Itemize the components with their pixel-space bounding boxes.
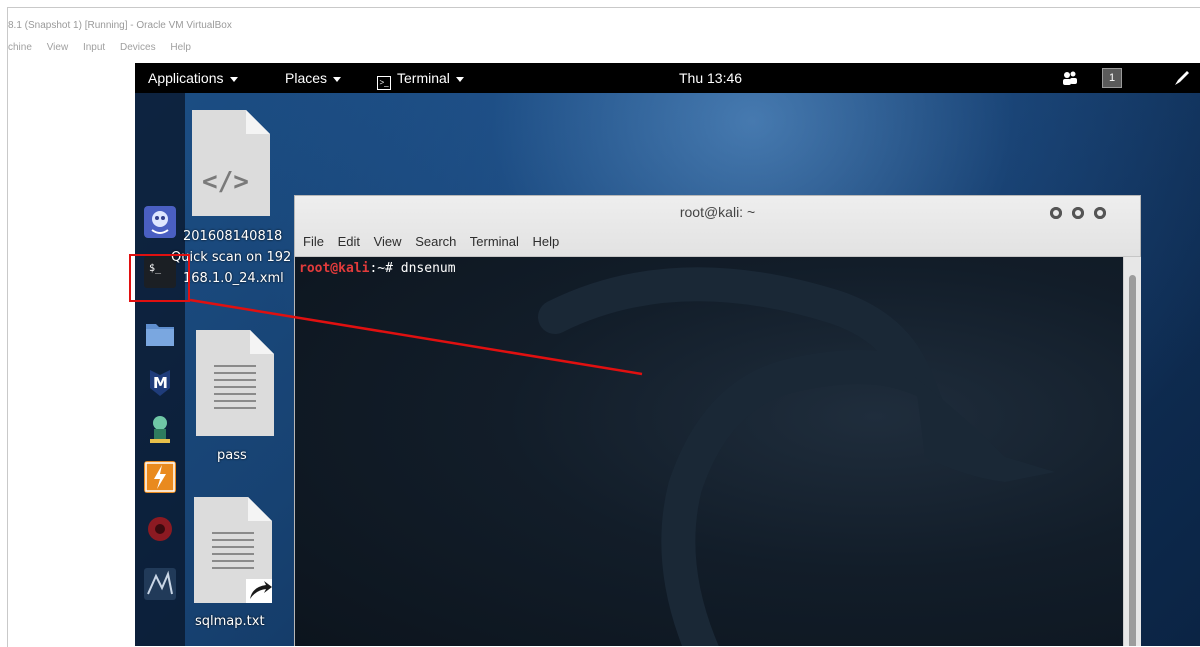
chevron-down-icon [455,76,464,82]
xml-file-label-1: 201608140818 [183,229,283,244]
svg-text:</>: </> [202,167,249,197]
host-menubar: chine View Input Devices Help [8,42,203,53]
applications-menu[interactable]: Applications [148,70,238,86]
terminal-title: root@kali: ~ [679,204,756,220]
guest-screen: Applications Places >_ Terminal Thu 13:46… [135,63,1200,646]
maximize-button[interactable] [1072,207,1084,219]
terminal-window: root@kali: ~ File Edit View Search Termi… [295,196,1141,646]
text-file-link-icon[interactable] [192,495,274,605]
terminal-app-icon: >_ [377,76,391,90]
close-button[interactable] [1094,207,1106,219]
gnome-top-bar: Applications Places >_ Terminal Thu 13:46… [135,63,1200,93]
files-icon[interactable] [144,318,176,350]
places-label: Places [285,70,328,86]
burpsuite-icon[interactable] [144,461,176,493]
people-icon[interactable] [1061,69,1079,87]
host-menu-devices[interactable]: Devices [120,42,156,53]
dock: $_ M [135,93,185,646]
terminal-scrollbar[interactable] [1123,257,1141,646]
minimize-button[interactable] [1050,207,1062,219]
workspace-indicator[interactable]: 1 [1102,68,1122,88]
host-window-title: 8.1 (Snapshot 1) [Running] - Oracle VM V… [8,20,232,31]
annotation-highlight-box [129,254,190,302]
xml-file-label-3: 168.1.0_24.xml [183,271,284,286]
pen-icon[interactable] [1173,69,1191,87]
host-menu-help[interactable]: Help [170,42,191,53]
applications-label: Applications [148,70,224,86]
scrollbar-thumb[interactable] [1129,275,1136,646]
menu-file[interactable]: File [303,234,324,249]
menu-edit[interactable]: Edit [338,234,360,249]
svg-text:M: M [153,374,168,392]
terminal-app-menu[interactable]: >_ Terminal [377,70,464,90]
host-menu-view[interactable]: View [47,42,69,53]
clock[interactable]: Thu 13:46 [679,70,742,86]
maltego-icon[interactable] [144,568,176,600]
menu-view[interactable]: View [374,234,402,249]
menu-search[interactable]: Search [415,234,456,249]
prompt-user: root@kali [299,261,370,276]
zenmap-icon[interactable] [144,206,176,238]
terminal-output[interactable]: root@kali:~# dnsenum [295,257,1123,646]
sqlmap-file-label: sqlmap.txt [195,614,265,629]
pass-file-label: pass [217,448,247,463]
armitage-icon[interactable] [144,413,176,445]
host-menu-input[interactable]: Input [83,42,105,53]
places-menu[interactable]: Places [285,70,342,86]
faraday-icon[interactable] [144,513,176,545]
menu-help[interactable]: Help [533,234,560,249]
terminal-menubar: File Edit View Search Terminal Help [303,234,569,249]
typed-command: dnsenum [400,261,456,276]
chevron-down-icon [229,76,238,82]
kali-dragon-watermark [538,267,1055,646]
terminal-prompt-line: root@kali:~# dnsenum [299,261,456,276]
menu-terminal[interactable]: Terminal [470,234,519,249]
host-menu-machine[interactable]: chine [8,42,32,53]
terminal-titlebar[interactable]: root@kali: ~ File Edit View Search Termi… [295,196,1140,257]
metasploit-icon[interactable]: M [144,366,176,398]
text-file-icon[interactable] [194,328,276,438]
prompt-path: :~# [369,261,401,276]
chevron-down-icon [333,76,342,82]
terminal-app-label: Terminal [397,70,450,86]
xml-file-icon[interactable]: </> [190,108,272,218]
